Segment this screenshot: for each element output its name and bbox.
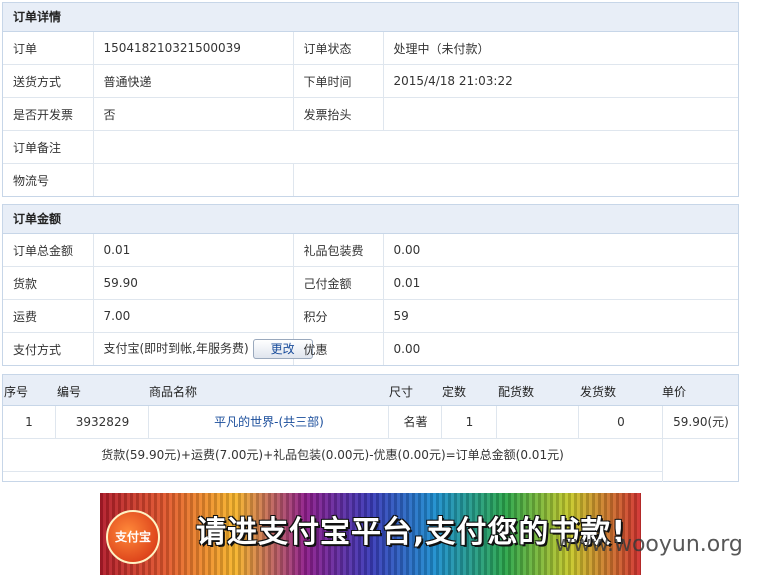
- summary-side-cell: [662, 438, 739, 482]
- item-price: 59.90(元): [662, 406, 739, 438]
- tracking-number-label: 物流号: [3, 163, 94, 196]
- tracking-empty-cell: [292, 163, 738, 196]
- goods-table-header: 序号 编号 商品名称 尺寸 定数 配货数 发货数 单价: [3, 375, 738, 406]
- col-shipped-header: 发货数: [580, 385, 617, 399]
- order-status-value: 处理中（未付款）: [382, 32, 738, 65]
- item-allocated: [496, 406, 579, 438]
- item-name-cell: 平凡的世界-(共三部): [148, 406, 389, 438]
- order-details-row: 订单备注: [3, 130, 738, 164]
- order-amount-panel: 订单金额 订单总金额 0.01 礼品包装费 0.00 货款 59.90 己付金额…: [2, 204, 739, 366]
- item-shipped: 0: [578, 406, 663, 438]
- col-price-header: 单价: [662, 385, 687, 399]
- payment-method-value: 支付宝(即时到帐,年服务费): [103, 341, 249, 356]
- discount-value: 0.00: [382, 332, 738, 365]
- goods-payment-label: 货款: [3, 266, 94, 300]
- order-number-label: 订单: [3, 32, 94, 65]
- tracking-number-value: [92, 163, 294, 196]
- item-code: 3932829: [55, 406, 149, 438]
- invoice-value: 否: [92, 97, 294, 131]
- order-details-row: 是否开发票 否 发票抬头: [3, 97, 738, 131]
- goods-payment-value: 59.90: [92, 266, 294, 300]
- watermark: www.wooyun.org: [555, 532, 743, 557]
- order-details-title: 订单详情: [3, 3, 738, 32]
- order-time-value: 2015/4/18 21:03:22: [382, 64, 738, 98]
- order-summary: 货款(59.90元)+运费(7.00元)+礼品包装(0.00元)-优惠(0.00…: [3, 439, 662, 472]
- order-number-value: 150418210321500039: [92, 32, 294, 65]
- points-label: 积分: [292, 299, 384, 333]
- order-note-value: [92, 130, 738, 164]
- item-index: 1: [25, 415, 33, 429]
- order-details-table: 订单 150418210321500039 订单状态 处理中（未付款） 送货方式…: [3, 32, 738, 196]
- order-details-row: 物流号: [3, 163, 738, 196]
- paid-amount-label: 己付金额: [292, 266, 384, 300]
- order-amount-row: 支付方式 支付宝(即时到帐,年服务费) 更改 优惠 0.00: [3, 332, 738, 365]
- invoice-title-label: 发票抬头: [292, 97, 384, 131]
- table-row: 1 3932829 平凡的世界-(共三部) 名著 1 0 59.90(元): [3, 406, 738, 439]
- order-amount-table: 订单总金额 0.01 礼品包装费 0.00 货款 59.90 己付金额 0.01…: [3, 234, 738, 365]
- order-status-label: 订单状态: [292, 32, 384, 65]
- points-value: 59: [382, 299, 738, 333]
- order-amount-row: 订单总金额 0.01 礼品包装费 0.00: [3, 234, 738, 267]
- gift-wrap-label: 礼品包装费: [292, 234, 384, 267]
- gift-wrap-value: 0.00: [382, 234, 738, 267]
- col-size-header: 尺寸: [389, 385, 414, 399]
- alipay-logo-icon: 支付宝: [106, 510, 160, 564]
- delivery-method-label: 送货方式: [3, 64, 94, 98]
- col-index-header: 序号: [4, 385, 29, 399]
- col-quantity-header: 定数: [442, 385, 467, 399]
- order-time-label: 下单时间: [292, 64, 384, 98]
- item-quantity: 1: [441, 406, 497, 438]
- order-amount-row: 运费 7.00 积分 59: [3, 299, 738, 333]
- goods-panel: 序号 编号 商品名称 尺寸 定数 配货数 发货数 单价 1 3932829 平凡…: [2, 374, 739, 482]
- order-details-panel: 订单详情 订单 150418210321500039 订单状态 处理中（未付款）…: [2, 2, 739, 197]
- order-amount-row: 货款 59.90 己付金额 0.01: [3, 266, 738, 300]
- order-details-row: 订单 150418210321500039 订单状态 处理中（未付款）: [3, 32, 738, 65]
- payment-method-label: 支付方式: [3, 332, 94, 365]
- shipping-fee-value: 7.00: [92, 299, 294, 333]
- paid-amount-value: 0.01: [382, 266, 738, 300]
- col-name-header: 商品名称: [149, 385, 198, 399]
- invoice-label: 是否开发票: [3, 97, 94, 131]
- order-total-value: 0.01: [92, 234, 294, 267]
- delivery-method-value: 普通快递: [92, 64, 294, 98]
- order-total-label: 订单总金额: [3, 234, 94, 267]
- item-name-link[interactable]: 平凡的世界-(共三部): [214, 415, 324, 429]
- col-allocated-header: 配货数: [498, 385, 535, 399]
- col-code-header: 编号: [57, 385, 82, 399]
- order-amount-title: 订单金额: [3, 205, 738, 234]
- discount-label: 优惠: [292, 332, 384, 365]
- item-size: 名著: [388, 406, 442, 438]
- order-note-label: 订单备注: [3, 130, 94, 164]
- invoice-title-value: [382, 97, 738, 131]
- shipping-fee-label: 运费: [3, 299, 94, 333]
- order-details-row: 送货方式 普通快递 下单时间 2015/4/18 21:03:22: [3, 64, 738, 98]
- payment-method-cell: 支付宝(即时到帐,年服务费) 更改: [92, 332, 313, 365]
